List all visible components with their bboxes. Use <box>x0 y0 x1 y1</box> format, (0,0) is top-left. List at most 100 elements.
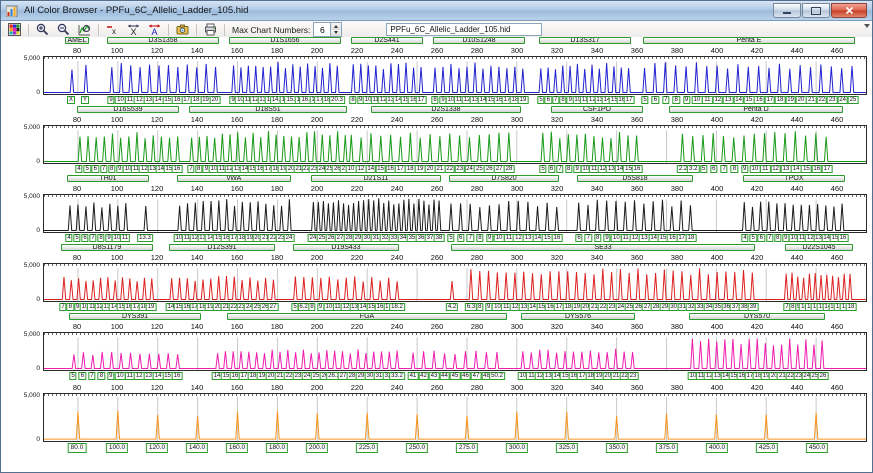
spinner-down-icon[interactable] <box>331 29 342 36</box>
close-icon <box>845 6 853 15</box>
x-tick-label: 300 <box>510 184 524 193</box>
zoom-out-button[interactable] <box>53 21 74 38</box>
size-label: 250.0 <box>405 443 429 453</box>
y-min-label: 0 <box>36 436 40 443</box>
allele-label: 24 <box>283 234 295 242</box>
marker-label-D3S1358: D3S1358 <box>107 37 219 44</box>
close-button[interactable] <box>831 3 867 18</box>
sample-file-field[interactable] <box>386 23 543 36</box>
x-tick-label: 80 <box>72 46 82 55</box>
minimize-button[interactable] <box>773 3 801 18</box>
electropherogram-green[interactable]: 5,000 0 <box>24 124 867 165</box>
allele-label: 7 <box>551 96 560 104</box>
allele-label: 25 <box>847 96 859 104</box>
allele-label: 5 <box>69 372 77 380</box>
allele-label: 21 <box>806 96 817 104</box>
allele-label: 9 <box>107 96 115 104</box>
x-tick-label: 260 <box>430 115 444 124</box>
x-tick-label: 80 <box>72 322 82 331</box>
size-label: 140.0 <box>185 443 209 453</box>
zoom-chart-button[interactable] <box>74 21 95 38</box>
full-scale-y-button[interactable]: A <box>144 21 165 38</box>
x-tick-label: 160 <box>230 322 244 331</box>
allele-label: 18.2 <box>389 303 405 311</box>
y-max-label: 5,000 <box>23 55 40 62</box>
allele-label: 13 <box>722 96 734 104</box>
reset-x-button[interactable]: x <box>102 21 123 38</box>
allele-label: 7 <box>88 372 96 380</box>
snapshot-button[interactable] <box>172 21 193 38</box>
electropherogram-orange[interactable]: 5,000 0 <box>24 392 867 443</box>
electropherogram-black[interactable]: 5,000 0 <box>24 193 867 234</box>
x-tick-label: 100 <box>110 46 124 55</box>
allele-label: 14 <box>733 96 744 104</box>
x-tick-label: 340 <box>590 115 604 124</box>
y-max-label: 5,000 <box>23 193 40 200</box>
x-axis-row: 80 100 120 140 160 180 200 220 240 260 280 300 320 34… <box>43 384 867 393</box>
trace-orange <box>44 394 866 441</box>
marker-label-CSF1PO: CSF1PO <box>551 106 643 113</box>
size-label: 300.0 <box>505 443 529 453</box>
max-chart-numbers-spinner <box>313 22 343 37</box>
electropherogram-red[interactable]: 5,000 0 <box>24 262 867 303</box>
zoom-out-icon <box>57 23 70 36</box>
x-tick-label: 280 <box>470 322 484 331</box>
allele-label: 5 <box>539 165 547 173</box>
allele-label: 26 <box>817 372 829 380</box>
full-scale-x-button[interactable]: X <box>123 21 144 38</box>
size-label-row: 80.0 100.0 120.0 140.0 160.0 180.0 200.0 225.0 2… <box>43 442 867 455</box>
color-browser-button[interactable] <box>4 21 25 38</box>
allele-label: 7 <box>662 96 670 104</box>
allele-label: 8 <box>593 234 602 242</box>
size-label: 200.0 <box>305 443 329 453</box>
x-tick-label: 180 <box>270 184 284 193</box>
x-tick-label: 180 <box>270 253 284 262</box>
allele-label: 8 <box>66 303 74 311</box>
allele-label: 9 <box>603 234 611 242</box>
marker-label-vWA: vWA <box>177 175 291 182</box>
toolbar-overflow-icon[interactable] <box>864 24 870 28</box>
electropherogram-magenta[interactable]: 5,000 0 <box>24 331 867 372</box>
x-tick-label: 400 <box>710 46 724 55</box>
x-tick-label: 240 <box>390 115 404 124</box>
x-tick-label: 220 <box>350 46 364 55</box>
x-tick-label: 200 <box>310 115 324 124</box>
allele-label: 8 <box>349 96 357 104</box>
electropherogram-blue[interactable]: 5,000 0 <box>24 55 867 96</box>
x-tick-label: 220 <box>350 383 364 392</box>
allele-label: 4 <box>741 234 749 242</box>
x-tick-label: 440 <box>790 383 804 392</box>
x-axis-row: 80 100 120 140 160 180 200 220 240 260 280 300 320 34… <box>43 116 867 125</box>
x-tick-label: 160 <box>230 115 244 124</box>
toolbar-buttons: xXA <box>4 21 221 38</box>
allele-label: 15 <box>743 96 755 104</box>
allele-label: 6 <box>547 165 556 173</box>
allele-label: 6 <box>91 165 99 173</box>
allele-label: 8 <box>672 96 680 104</box>
full-scale-x-icon: X <box>128 24 139 36</box>
allele-label: 6 <box>81 234 89 242</box>
y-min-label: 0 <box>36 365 40 372</box>
x-tick-label: 100 <box>110 253 124 262</box>
x-tick-label: 260 <box>430 184 444 193</box>
allele-label: 8 <box>97 234 105 242</box>
allele-label: 22 <box>816 96 828 104</box>
y-max-label: 5,000 <box>23 392 40 399</box>
x-tick-label: 120 <box>150 115 164 124</box>
allele-label: 28 <box>503 165 515 173</box>
max-chart-numbers-input[interactable] <box>314 23 331 36</box>
x-tick-label: 460 <box>830 46 844 55</box>
allele-label: 8 <box>308 303 316 311</box>
size-label: 120.0 <box>145 443 169 453</box>
marker-label-DYS576: DYS576 <box>521 313 635 320</box>
maximize-button[interactable] <box>802 3 830 18</box>
toolbar-separator <box>168 23 169 36</box>
allele-label: 16 <box>811 165 823 173</box>
x-tick-label: 320 <box>550 383 564 392</box>
y-min-label: 0 <box>36 158 40 165</box>
allele-label-row: XY910111213141516171819209101112131414.3… <box>43 95 867 106</box>
zoom-in-button[interactable] <box>32 21 53 38</box>
allele-label: 17 <box>623 96 635 104</box>
title-bar[interactable]: All Color Browser - PPFu_6C_Allelic_Ladd… <box>1 1 872 21</box>
print-button[interactable] <box>200 21 221 38</box>
